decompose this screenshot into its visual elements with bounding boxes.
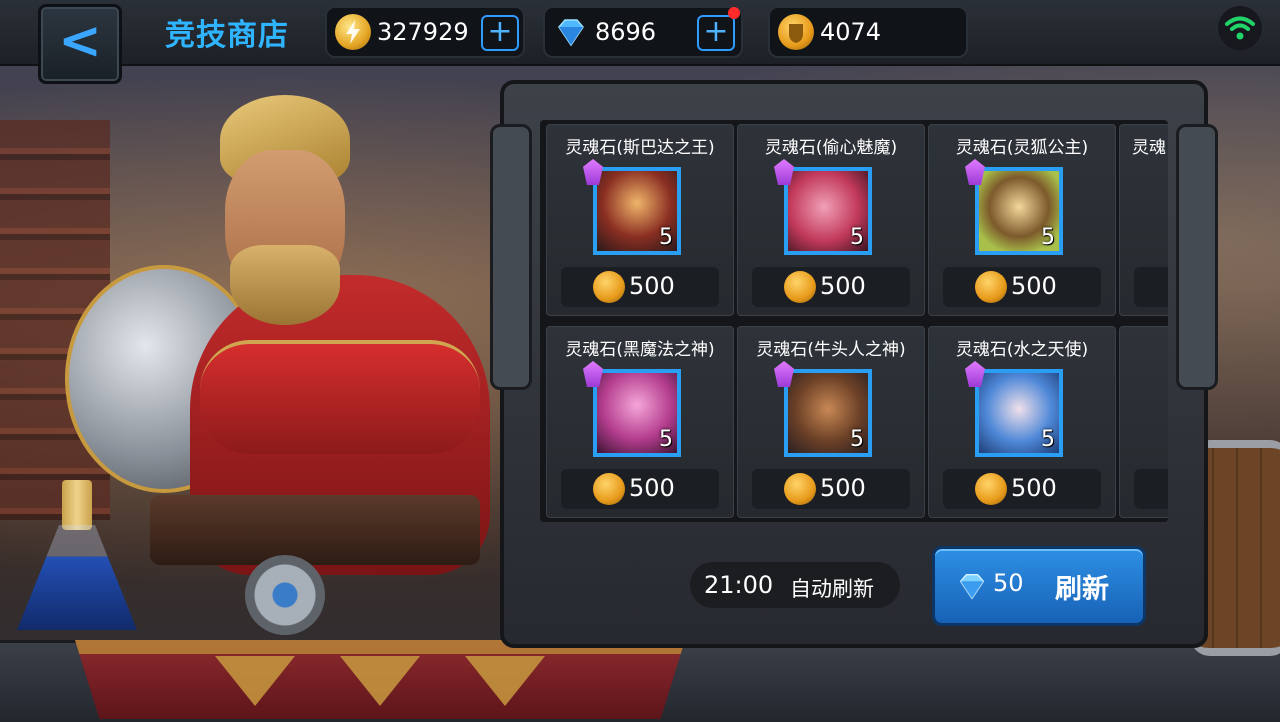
item-count: 5 [1041,225,1055,250]
wifi-icon [1218,6,1262,50]
top-bar: < 竞技商店 327929 + 8696 + 4074 [0,0,1280,84]
flask-body [17,525,137,630]
item-count: 5 [659,427,673,452]
item-name: 灵魂石(灵狐公主) [955,138,1089,158]
price-value: 500 [1011,474,1057,502]
diamond-resource: 8696 + [543,6,743,58]
shop-footer: 21:00 自动刷新 50 刷新 [540,524,1168,634]
gold-resource: 327929 + [325,6,525,58]
refresh-cost: 50 [993,569,1024,597]
item-count: 5 [850,225,864,250]
arena-coin-icon [593,271,625,303]
shop-item-partial[interactable] [1119,326,1168,518]
hero-beard [230,245,340,325]
back-button[interactable]: < [38,4,122,84]
item-name: 灵魂 [1132,138,1166,158]
add-gold-button[interactable]: + [481,15,519,51]
arena-coin-icon [593,473,625,505]
item-name: 灵魂石(偷心魅魔) [764,138,898,158]
auto-refresh-label: 自动刷新 [790,577,874,601]
item-price: 500 [752,267,910,307]
add-diamond-button[interactable]: + [697,15,735,51]
arena-coin-amount: 4074 [820,18,882,46]
gold-amount: 327929 [377,18,469,46]
panel-left-ornament [490,124,532,390]
item-price: 500 [752,469,910,509]
item-name: 灵魂石(牛头人之神) [756,340,906,360]
flask-neck [62,480,92,530]
arena-coin-icon [784,473,816,505]
price-value: 500 [820,474,866,502]
item-count: 5 [1041,427,1055,452]
banner-ornament [465,656,545,706]
hero-crossed-arms [200,340,480,454]
arena-coin-resource: 4074 [768,6,968,58]
shop-item[interactable]: 灵魂石(灵狐公主) 5 500 [928,124,1116,316]
diamond-icon [553,14,589,50]
item-name: 灵魂石(黑魔法之神) [565,340,715,360]
hero-belt [150,495,480,565]
arena-coin-icon [975,473,1007,505]
price-value: 500 [820,272,866,300]
banner-ornament [215,656,295,706]
item-name: 灵魂石(斯巴达之王) [565,138,715,158]
item-price [1134,469,1168,509]
shop-item[interactable]: 灵魂石(水之天使) 5 500 [928,326,1116,518]
refresh-label: 刷新 [1055,574,1109,605]
item-name: 灵魂石(水之天使) [955,340,1089,360]
page-title: 竞技商店 [165,18,289,53]
panel-right-ornament [1176,124,1218,390]
banner-ornament [340,656,420,706]
shop-item[interactable]: 灵魂石(牛头人之神) 5 500 [737,326,925,518]
item-price [1134,267,1168,307]
shop-item[interactable]: 灵魂石(黑魔法之神) 5 500 [546,326,734,518]
diamond-icon [955,569,989,603]
item-price: 500 [561,469,719,509]
item-count: 5 [850,427,864,452]
notification-dot [728,7,740,19]
price-value: 500 [629,474,675,502]
refresh-time: 21:00 [704,571,774,599]
arena-coin-icon [784,271,816,303]
auto-refresh-timer: 21:00 自动刷新 [690,562,900,608]
arena-coin-icon [778,14,814,50]
item-price: 500 [943,267,1101,307]
red-banner [75,640,685,719]
price-value: 500 [629,272,675,300]
arena-coin-icon [975,271,1007,303]
refresh-button[interactable]: 50 刷新 [932,546,1146,626]
shop-panel: 灵魂石(斯巴达之王) 5 500 灵魂石(偷心魅魔) 5 500 灵魂石(灵狐公… [490,80,1218,648]
item-count: 5 [659,225,673,250]
shop-item[interactable]: 灵魂石(偷心魅魔) 5 500 [737,124,925,316]
diamond-amount: 8696 [595,18,657,46]
back-arrow-icon: < [58,11,102,71]
lightning-coin-icon [335,14,371,50]
shop-item-grid[interactable]: 灵魂石(斯巴达之王) 5 500 灵魂石(偷心魅魔) 5 500 灵魂石(灵狐公… [540,120,1168,522]
price-value: 500 [1011,272,1057,300]
shop-item[interactable]: 灵魂石(斯巴达之王) 5 500 [546,124,734,316]
shop-item-partial[interactable]: 灵魂 [1119,124,1168,316]
potion-flask [12,470,142,640]
item-price: 500 [561,267,719,307]
hero-belt-buckle [245,555,325,635]
item-price: 500 [943,469,1101,509]
